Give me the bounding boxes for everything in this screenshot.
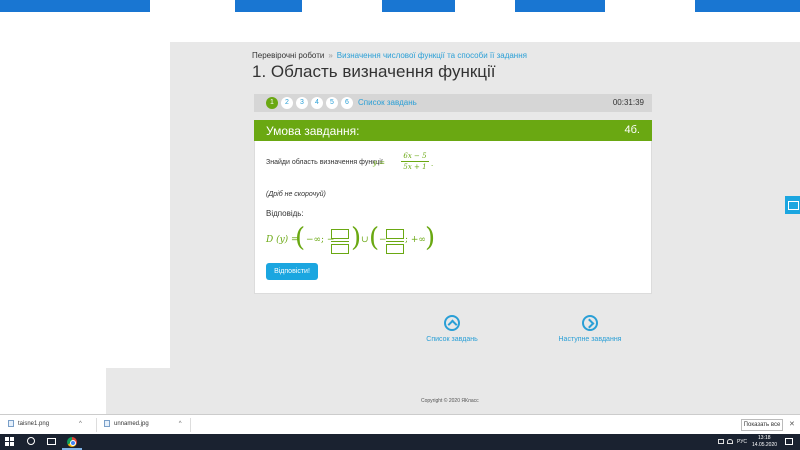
chevron-up-icon[interactable]: ^	[79, 421, 82, 427]
image-file-icon	[104, 420, 110, 427]
task-number-5[interactable]: 5	[326, 97, 338, 109]
task-view-icon[interactable]	[47, 438, 56, 445]
interval-pos-inf: ; +∞	[405, 235, 426, 245]
download-filename[interactable]: taisne1.png	[18, 421, 49, 427]
left-paren-2: (	[369, 223, 380, 253]
browser-top-stripe	[0, 0, 800, 12]
page-title: 1. Область визначення функції	[252, 62, 496, 81]
numerator-input-2[interactable]	[386, 229, 404, 239]
windows-taskbar: РУС 13:18 14.05.2020	[0, 434, 800, 450]
keyboard-language[interactable]: РУС	[737, 439, 747, 445]
chrome-icon[interactable]	[67, 437, 77, 447]
chevron-up-icon[interactable]	[444, 315, 460, 331]
left-paren-1: (	[295, 223, 306, 253]
formula-denominator: 5x + 1	[403, 163, 427, 171]
timer: 00:31:39	[612, 98, 644, 107]
nav-task-list-label[interactable]: Список завдань	[407, 336, 497, 343]
download-item[interactable]: taisne1.png ^	[8, 420, 82, 427]
breadcrumb-root[interactable]: Перевірочні роботи	[252, 51, 324, 60]
denominator-input-1[interactable]	[331, 244, 349, 254]
show-all-downloads-button[interactable]: Показать все	[741, 419, 783, 431]
downloads-bar: taisne1.png ^ unnamed.jpg ^ Показать все ✕	[0, 414, 800, 434]
image-file-icon	[8, 420, 14, 427]
task-header: Умова завдання: 4б.	[254, 120, 652, 141]
task-number-3[interactable]: 3	[296, 97, 308, 109]
task-number-4[interactable]: 4	[311, 97, 323, 109]
feedback-side-tab[interactable]	[785, 196, 800, 214]
chevron-right-icon[interactable]	[582, 315, 598, 331]
stripe-gap	[455, 0, 515, 12]
domain-lhs: D (y) =	[266, 235, 299, 245]
clock-time[interactable]: 13:18	[758, 435, 771, 441]
formula-lhs: y =	[373, 159, 386, 167]
download-item[interactable]: unnamed.jpg ^	[104, 420, 182, 427]
task-pager: 1 2 3 4 5 6 Список завдань 00:31:39	[254, 94, 652, 112]
submit-answer-button[interactable]: Відповісти!	[266, 263, 318, 280]
denominator-input-2[interactable]	[386, 244, 404, 254]
notifications-icon[interactable]	[785, 438, 793, 445]
formula-fraction: 6x − 5 5x + 1	[401, 152, 429, 171]
windows-start-icon[interactable]	[5, 437, 15, 447]
battery-icon[interactable]	[718, 439, 724, 444]
clock-date[interactable]: 14.05.2020	[752, 442, 777, 448]
fraction-bar	[331, 241, 349, 242]
nav-next-task[interactable]: Наступне завдання	[545, 315, 635, 343]
stripe-gap	[302, 0, 382, 12]
right-paren-2: )	[425, 223, 436, 253]
stripe-gap	[605, 0, 695, 12]
breadcrumb-current[interactable]: Визначення числової функції та способи ї…	[337, 51, 527, 60]
note-text: (Дріб не скорочуй)	[266, 191, 326, 198]
task-number-2[interactable]: 2	[281, 97, 293, 109]
nav-next-task-label[interactable]: Наступне завдання	[545, 336, 635, 343]
nav-task-list[interactable]: Список завдань	[407, 315, 497, 343]
question-text: Знайди область визначення функції	[266, 159, 383, 166]
download-filename[interactable]: unnamed.jpg	[114, 421, 149, 427]
task-list-link[interactable]: Список завдань	[358, 98, 417, 107]
task-number-1[interactable]: 1	[266, 97, 278, 109]
task-points: 4б.	[624, 124, 640, 136]
divider	[96, 418, 97, 432]
fraction-bar	[401, 161, 429, 162]
answer-label: Відповідь:	[266, 209, 304, 218]
numerator-input-1[interactable]	[331, 229, 349, 239]
divider	[190, 418, 191, 432]
union-sign: ∪	[361, 235, 369, 245]
task-number-6[interactable]: 6	[341, 97, 353, 109]
task-header-title: Умова завдання:	[266, 124, 360, 138]
stripe-gap	[150, 0, 235, 12]
volume-icon[interactable]	[727, 439, 733, 444]
search-icon[interactable]	[27, 437, 35, 445]
breadcrumb: Перевірочні роботи » Визначення числової ф…	[252, 51, 527, 60]
close-icon[interactable]: ✕	[789, 420, 795, 428]
right-paren-1: )	[351, 223, 362, 253]
breadcrumb-separator: »	[328, 51, 333, 60]
site-footer-background	[106, 368, 800, 414]
copyright: Copyright © 2020 ЯКласс	[421, 398, 479, 404]
formula-period: .	[431, 160, 434, 168]
chevron-up-icon[interactable]: ^	[179, 421, 182, 427]
formula-numerator: 6x − 5	[403, 152, 427, 160]
fraction-bar	[386, 241, 404, 242]
